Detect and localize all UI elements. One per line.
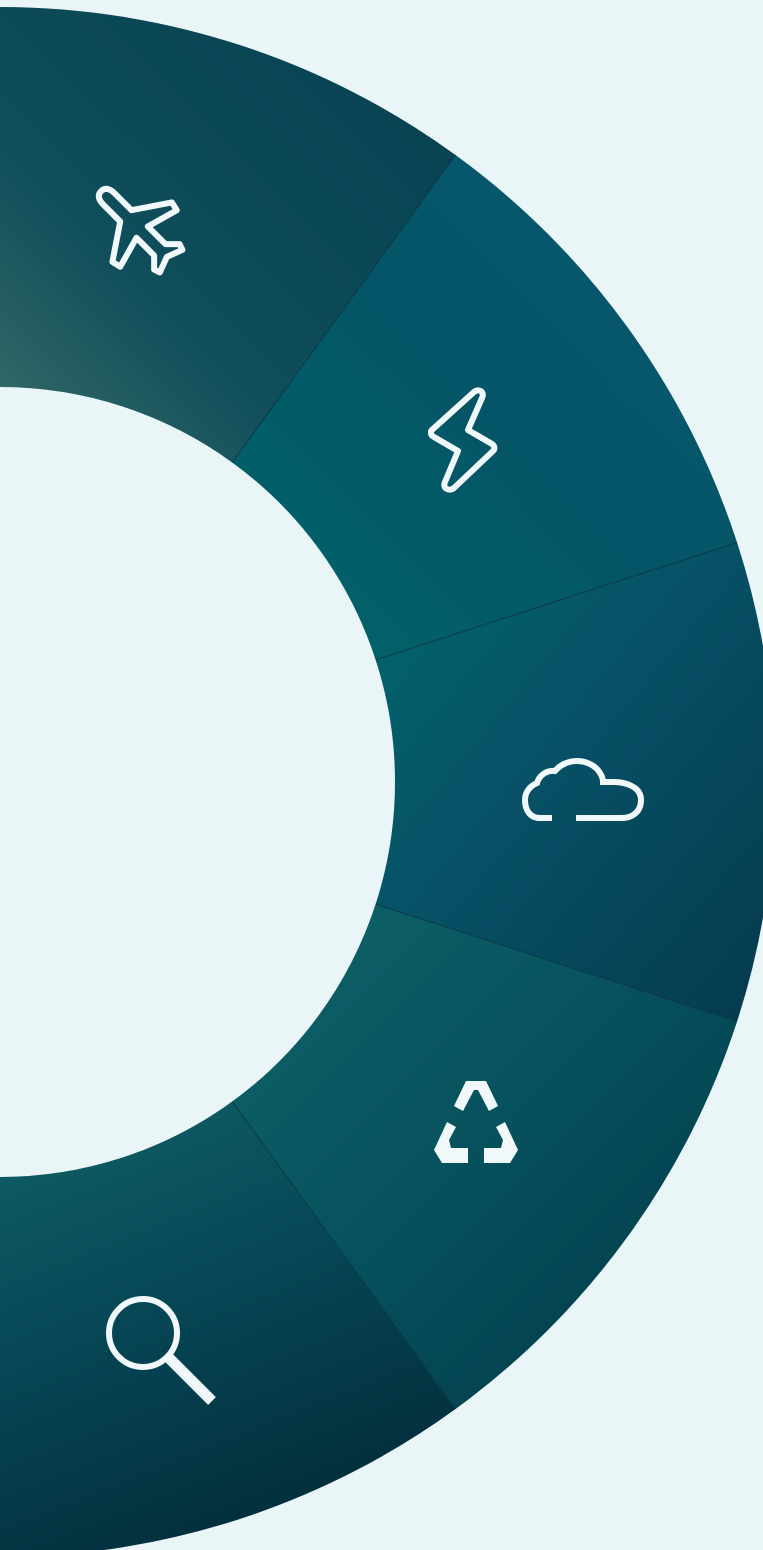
segmented-wheel-diagram (0, 7, 763, 1550)
